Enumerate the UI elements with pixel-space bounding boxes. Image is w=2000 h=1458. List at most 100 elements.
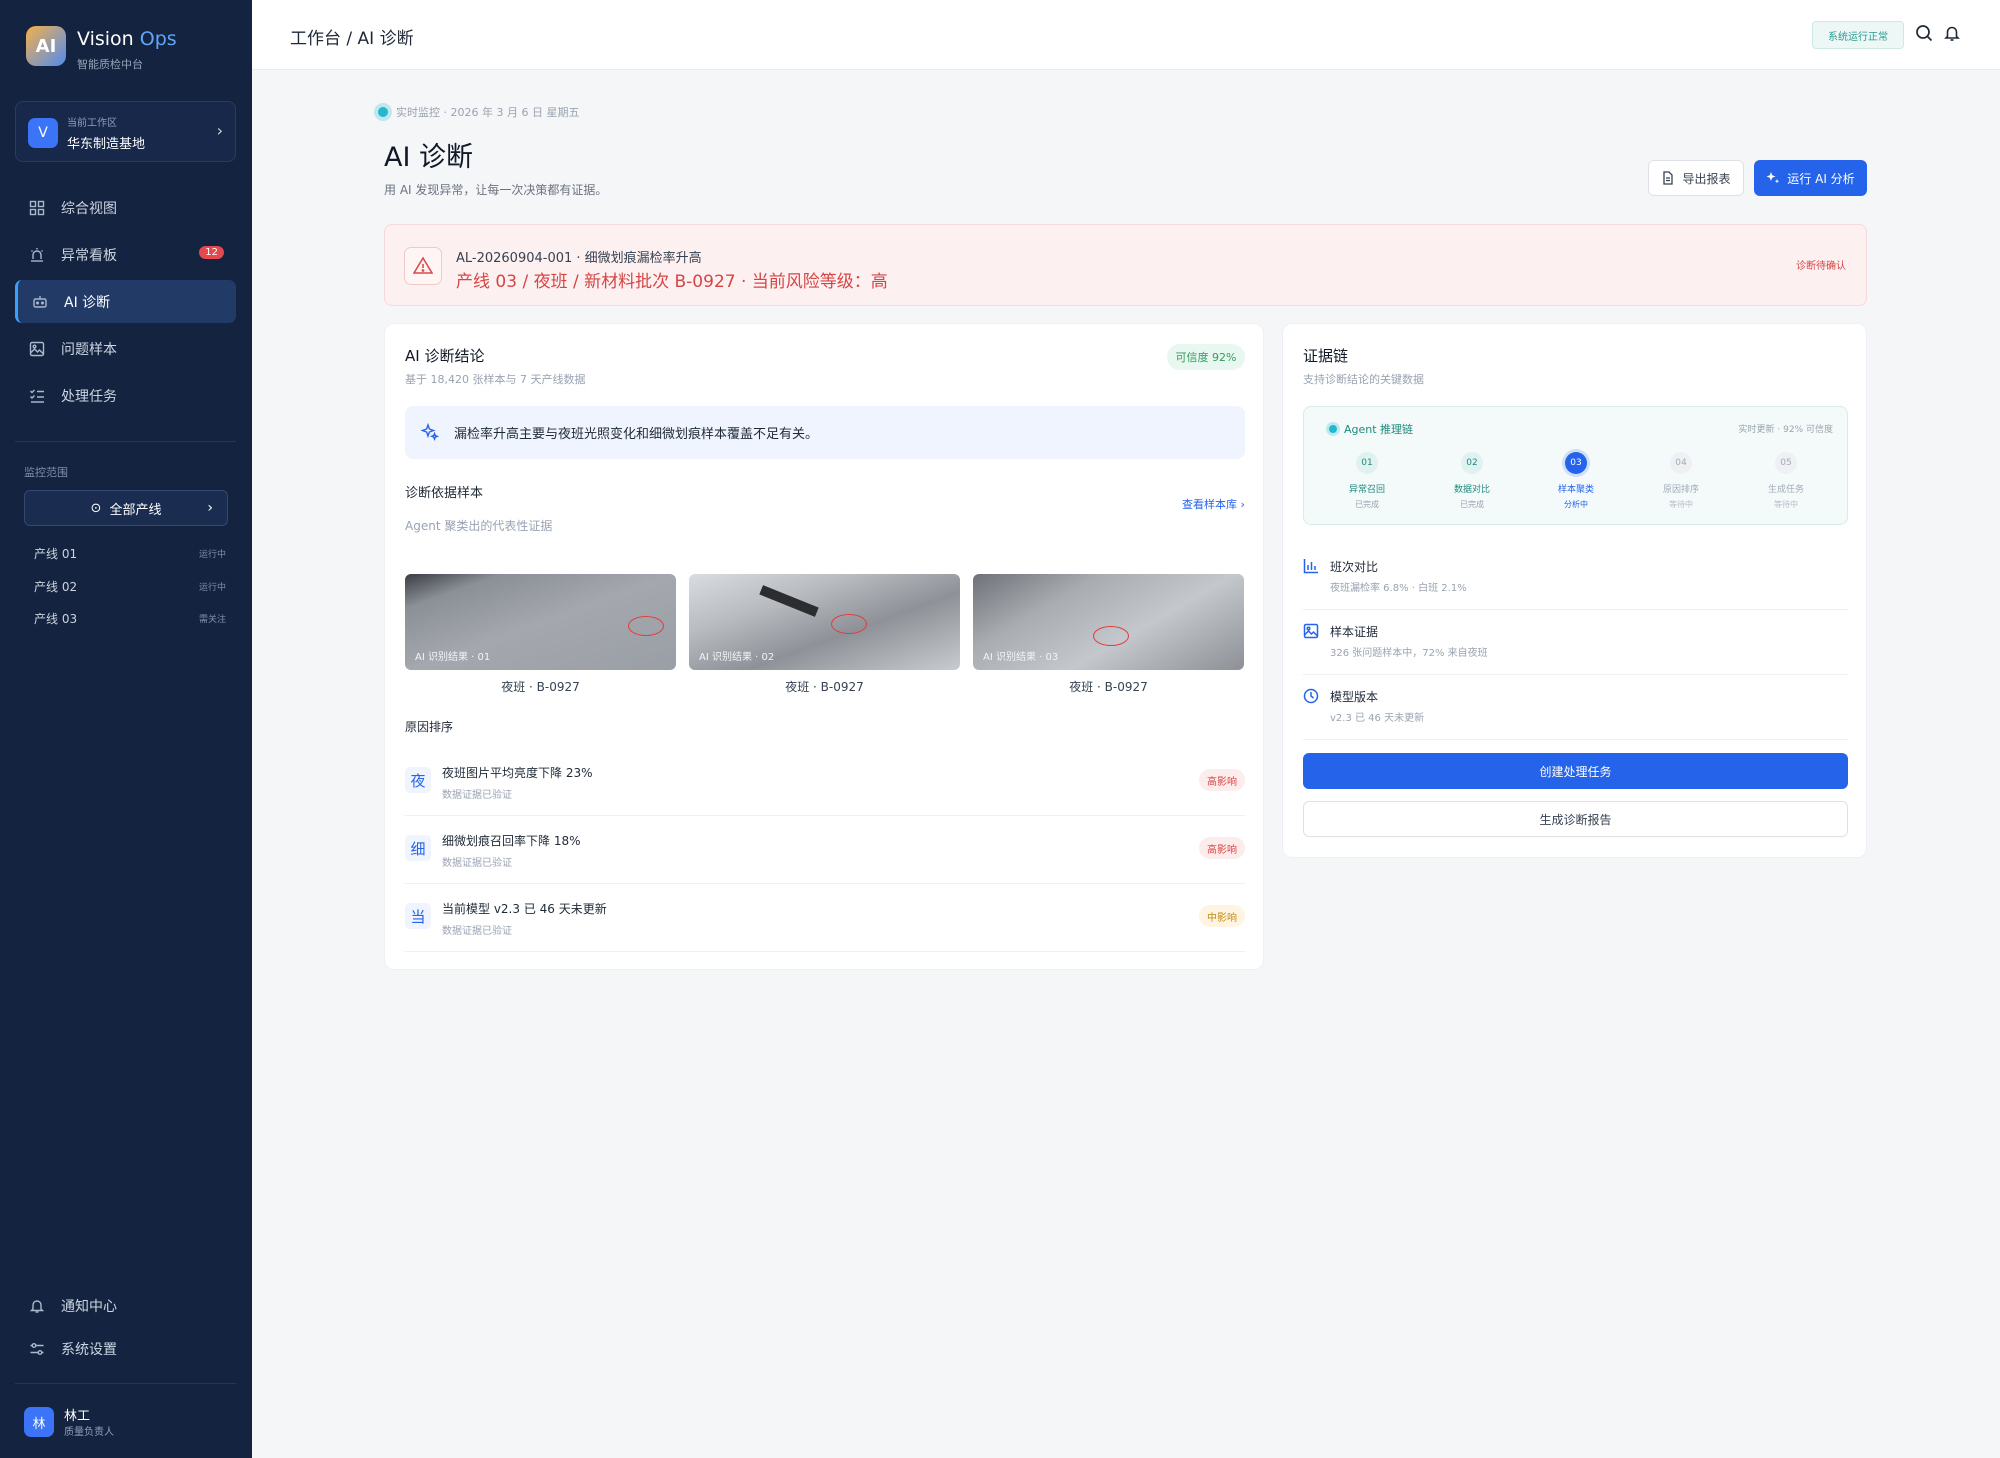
nav-label: 处理任务 — [61, 388, 117, 405]
step-02: 02 数据对比 已完成 — [1432, 452, 1512, 510]
alert-banner: AL-20260904-001 · 细微划痕漏检率升高 产线 03 / 夜班 /… — [384, 224, 1867, 306]
reason-verified: 数据证据已验证 — [442, 790, 512, 801]
nav-item-problem-samples[interactable]: 问题样本 — [15, 327, 236, 370]
impact-badge: 高影响 — [1199, 837, 1245, 859]
bell-icon[interactable] — [1943, 24, 1963, 44]
reason-icon: 夜 — [405, 767, 431, 793]
target-icon: ⊙ — [90, 500, 102, 516]
line-name: 产线 01 — [34, 547, 78, 561]
alert-id: AL-20260904-001 · 细微划痕漏检率升高 — [456, 251, 702, 266]
card-subtitle: 支持诊断结论的关键数据 — [1303, 373, 1424, 386]
reason-item[interactable]: 夜 夜班图片平均亮度下降 23% 数据证据已验证 高影响 — [405, 748, 1245, 816]
workspace-switcher[interactable]: V 当前工作区 华东制造基地 › — [15, 101, 236, 162]
step-01: 01 异常召回 已完成 — [1327, 452, 1407, 510]
line-item-03[interactable]: 产线 03 需关注 — [34, 610, 226, 627]
evidence-item-model-version[interactable]: 模型版本 v2.3 已 46 天未更新 — [1303, 676, 1848, 740]
reason-item[interactable]: 当 当前模型 v2.3 已 46 天未更新 数据证据已验证 中影响 — [405, 884, 1245, 952]
sample-thumbnail-03[interactable]: AI 识别结果 · 03 — [973, 574, 1244, 670]
step-05: 05 生成任务 等待中 — [1746, 452, 1826, 510]
live-dot — [378, 107, 388, 117]
export-report-button[interactable]: 导出报表 — [1648, 160, 1744, 196]
conclusion-text: 漏检率升高主要与夜班光照变化和细微划痕样本覆盖不足有关。 — [454, 427, 819, 442]
user-name: 林工 — [64, 1409, 91, 1424]
all-lines-selector[interactable]: ⊙ 全部产线 › — [24, 490, 228, 526]
brand-subtitle: 智能质检中台 — [77, 58, 143, 71]
workspace-avatar: V — [28, 118, 58, 148]
step-label: 生成任务 — [1767, 485, 1804, 495]
robot-icon — [31, 293, 49, 311]
sparkle-icon — [421, 422, 441, 443]
evidence-item-sample-evidence[interactable]: 样本证据 326 张问题样本中，72% 来自夜班 — [1303, 611, 1848, 675]
brand-name: Vision Ops — [77, 28, 177, 50]
workspace-name: 华东制造基地 — [67, 137, 146, 152]
thumbnail-caption: AI 识别结果 · 02 — [699, 652, 775, 663]
top-header: 工作台 / AI 诊断 系统运行正常 — [252, 0, 2000, 70]
defect-marker — [1093, 626, 1129, 646]
sample-thumbnail-02[interactable]: AI 识别结果 · 02 — [689, 574, 960, 670]
alert-description: 产线 03 / 夜班 / 新材料批次 B-0927 · 当前风险等级：高 — [456, 272, 888, 292]
conclusion-box: 漏检率升高主要与夜班光照变化和细微划痕样本覆盖不足有关。 — [405, 406, 1245, 459]
nav-item-anomaly-board[interactable]: 异常看板 12 — [15, 233, 236, 276]
step-label: 原因排序 — [1662, 485, 1699, 495]
checklist-icon — [28, 387, 46, 405]
evidence-detail: v2.3 已 46 天未更新 — [1330, 713, 1425, 724]
live-monitor-indicator: 实时监控 · 2026 年 3 月 6 日 星期五 — [378, 104, 579, 120]
all-lines-label: 全部产线 — [109, 502, 162, 518]
live-dot — [1329, 425, 1337, 433]
anomaly-count-badge: 12 — [199, 246, 224, 259]
workspace-label: 当前工作区 — [67, 118, 117, 129]
step-status: 等待中 — [1774, 500, 1798, 509]
card-title: 证据链 — [1303, 347, 1349, 365]
brand-name-accent: Ops — [139, 28, 177, 50]
step-label: 样本聚类 — [1557, 485, 1594, 495]
view-sample-library-link[interactable]: 查看样本库 › — [1182, 496, 1245, 512]
image-icon — [28, 340, 46, 358]
reason-item[interactable]: 细 细微划痕召回率下降 18% 数据证据已验证 高影响 — [405, 816, 1245, 884]
bar-chart-icon — [1303, 558, 1319, 574]
step-number: 04 — [1670, 452, 1692, 474]
bell-icon — [28, 1297, 46, 1315]
line-status: 运行中 — [198, 583, 226, 593]
generate-report-button[interactable]: 生成诊断报告 — [1303, 801, 1848, 837]
reasons-title: 原因排序 — [405, 720, 454, 734]
evidence-detail: 夜班漏检率 6.8% · 白班 2.1% — [1330, 583, 1467, 594]
thumbnail-caption: AI 识别结果 · 03 — [983, 652, 1059, 663]
evidence-item-shift-comparison[interactable]: 班次对比 夜班漏检率 6.8% · 白班 2.1% — [1303, 546, 1848, 610]
impact-badge: 高影响 — [1199, 769, 1245, 791]
reason-title: 夜班图片平均亮度下降 23% — [442, 766, 593, 780]
sparkle-icon — [1766, 171, 1780, 185]
document-icon — [1661, 171, 1675, 185]
nav-item-tasks[interactable]: 处理任务 — [15, 374, 236, 417]
step-04: 04 原因排序 等待中 — [1641, 452, 1721, 510]
run-ai-analysis-button[interactable]: 运行 AI 分析 — [1754, 160, 1867, 196]
nav-label: 通知中心 — [61, 1298, 117, 1315]
page-subtitle: 用 AI 发现异常，让每一次决策都有证据。 — [384, 183, 608, 197]
nav-item-ai-diagnosis[interactable]: AI 诊断 — [15, 280, 236, 323]
step-number: 05 — [1775, 452, 1797, 474]
card-subtitle: 基于 18,420 张样本与 7 天产线数据 — [405, 373, 586, 386]
nav-item-settings[interactable]: 系统设置 — [15, 1327, 236, 1370]
evidence-title: 样本证据 — [1330, 625, 1379, 639]
sidebar-divider — [15, 1383, 236, 1384]
clock-icon — [1303, 688, 1319, 704]
breadcrumb: 工作台 / AI 诊断 — [290, 29, 414, 49]
step-label: 异常召回 — [1348, 485, 1385, 495]
step-status: 已完成 — [1460, 500, 1484, 509]
nav-label: 异常看板 — [61, 247, 117, 264]
sample-thumbnail-01[interactable]: AI 识别结果 · 01 — [405, 574, 676, 670]
line-item-01[interactable]: 产线 01 运行中 — [34, 545, 226, 562]
thumbnail-label: 夜班 · B-0927 — [1069, 680, 1148, 694]
create-task-button[interactable]: 创建处理任务 — [1303, 753, 1848, 789]
user-avatar[interactable]: 林 — [24, 1407, 54, 1437]
nav-label: AI 诊断 — [64, 294, 111, 311]
line-name: 产线 02 — [34, 580, 78, 594]
chevron-right-icon: › — [207, 500, 213, 516]
line-item-02[interactable]: 产线 02 运行中 — [34, 578, 226, 595]
nav-item-overview[interactable]: 综合视图 — [15, 186, 236, 229]
samples-title: 诊断依据样本 — [405, 486, 484, 501]
sidebar: AI Vision Ops 智能质检中台 V 当前工作区 华东制造基地 › 综合… — [0, 0, 252, 1458]
search-icon[interactable] — [1915, 24, 1935, 44]
sliders-icon — [28, 1340, 46, 1358]
step-number: 02 — [1461, 452, 1483, 474]
nav-item-notifications[interactable]: 通知中心 — [15, 1284, 236, 1327]
